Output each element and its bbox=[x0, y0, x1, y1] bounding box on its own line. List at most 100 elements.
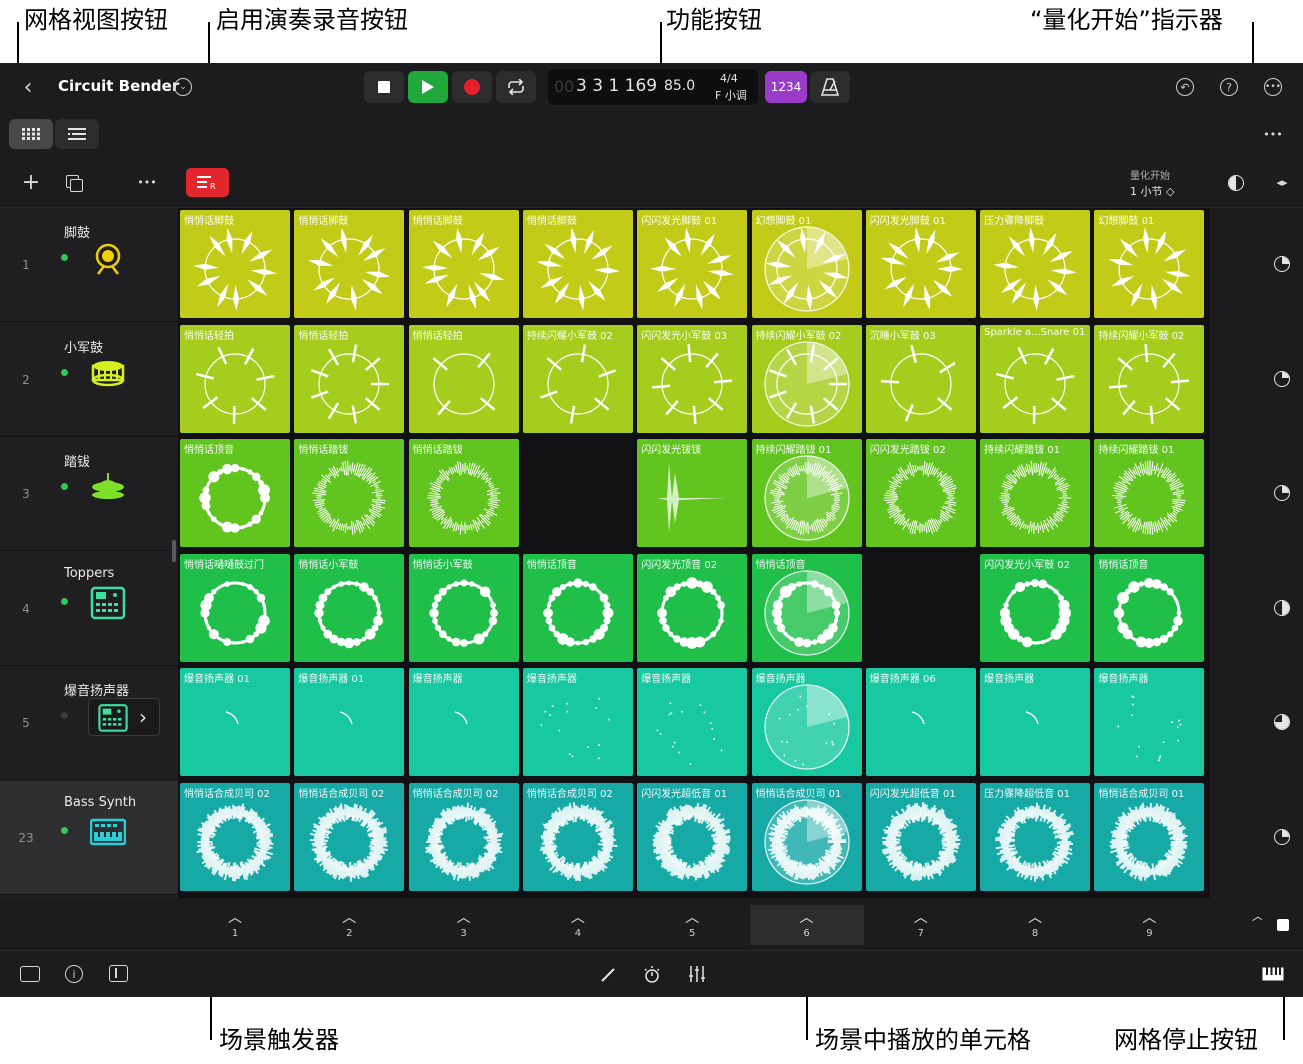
metronome-button[interactable] bbox=[810, 71, 850, 103]
grid-cell[interactable]: 悄悄话脚鼓 bbox=[180, 210, 290, 318]
track-active-indicator[interactable] bbox=[61, 827, 68, 834]
grid-cell[interactable]: 悄悄话踏钹 bbox=[408, 439, 519, 548]
grid-cell[interactable]: 压力骤降超低音 01 bbox=[980, 783, 1091, 891]
grid-cell[interactable]: 悄悄话合成贝司 02 bbox=[294, 783, 405, 891]
chevron-down-icon[interactable]: ⌄ bbox=[174, 78, 192, 96]
grid-cell[interactable]: 持续闪耀小军鼓 02 bbox=[1094, 324, 1205, 433]
help-icon[interactable]: ? bbox=[1220, 78, 1238, 96]
grid-cell[interactable]: 持续闪耀踏钹 01 bbox=[1094, 439, 1205, 548]
grid-cell[interactable]: 悄悄话小军鼓 bbox=[408, 553, 519, 662]
grid-cell[interactable]: 闪闪发光脚鼓 01 bbox=[637, 210, 748, 318]
track-header[interactable]: 1 脚鼓 bbox=[0, 208, 178, 322]
duplicate-icon[interactable] bbox=[66, 175, 84, 193]
grid-cell[interactable]: 爆音扬声器 bbox=[637, 668, 748, 777]
track-header[interactable]: 4 Toppers bbox=[0, 551, 178, 666]
grid-cell[interactable]: 悄悄话顶音 bbox=[1094, 553, 1205, 662]
grid-cell[interactable]: 持续闪耀小军鼓 02 bbox=[751, 324, 862, 433]
grid-cell[interactable]: 闪闪发光小军鼓 03 bbox=[637, 324, 748, 433]
grid-cell[interactable]: 爆音扬声器 06 bbox=[865, 668, 976, 777]
grid-stop-button[interactable] bbox=[1263, 905, 1303, 945]
grid-cell[interactable]: 悄悄话轻拍 bbox=[408, 324, 519, 433]
add-track-icon[interactable]: + bbox=[20, 170, 42, 195]
grid-cell[interactable]: 幻想脚鼓 01 bbox=[1094, 210, 1205, 318]
grid-cell[interactable]: 爆音扬声器 bbox=[522, 668, 633, 777]
grid-cell[interactable]: 悄悄话轻拍 bbox=[294, 324, 405, 433]
scene-trigger-button[interactable]: ︿ 1 bbox=[178, 905, 292, 945]
grid-cell[interactable]: 持续闪耀踏钹 01 bbox=[980, 439, 1091, 548]
library-icon[interactable] bbox=[20, 966, 40, 982]
grid-cell[interactable]: 爆音扬声器 01 bbox=[294, 668, 405, 777]
grid-view-button[interactable] bbox=[9, 119, 53, 149]
track-header[interactable]: 23 Bass Synth bbox=[0, 781, 178, 895]
track-active-indicator[interactable] bbox=[61, 483, 68, 491]
grid-cell[interactable]: 悄悄话合成贝司 02 bbox=[522, 783, 633, 891]
grid-cell[interactable]: Sparkle a...Snare 01 bbox=[980, 324, 1091, 433]
mixer-icon[interactable] bbox=[688, 965, 706, 983]
more-icon[interactable]: ••• bbox=[1264, 78, 1282, 96]
grid-cell[interactable]: 沉睡小军鼓 03 bbox=[865, 324, 976, 433]
browser-icon[interactable] bbox=[109, 965, 128, 982]
grid-cell[interactable]: 悄悄话小军鼓 bbox=[294, 553, 405, 662]
track-header[interactable]: 2 小军鼓 bbox=[0, 322, 178, 437]
project-title[interactable]: Circuit Bender bbox=[58, 77, 179, 95]
grid-cell[interactable]: 悄悄话顶音 bbox=[180, 439, 290, 548]
track-active-indicator[interactable] bbox=[61, 368, 68, 376]
grid-cell[interactable]: 爆音扬声器 bbox=[751, 668, 862, 777]
grid-cell[interactable]: 闪闪发光超低音 01 bbox=[865, 783, 976, 891]
more-options-icon[interactable]: ••• bbox=[1262, 125, 1284, 143]
edit-pencil-icon[interactable] bbox=[600, 967, 616, 983]
resize-handle[interactable] bbox=[172, 540, 176, 562]
grid-cell[interactable]: 爆音扬声器 01 bbox=[180, 668, 290, 777]
scene-trigger-button[interactable]: ︿ 3 bbox=[407, 905, 521, 945]
grid-cell[interactable]: 闪闪发光超低音 01 bbox=[637, 783, 748, 891]
expand-horizontal-icon[interactable]: ◂▸ bbox=[1270, 173, 1294, 191]
grid-cell[interactable]: 悄悄话顶音 bbox=[751, 553, 862, 662]
grid-cell[interactable]: 悄悄话合成贝司 02 bbox=[180, 783, 290, 891]
grid-cell[interactable]: 爆音扬声器 bbox=[408, 668, 519, 777]
track-active-indicator[interactable] bbox=[61, 712, 68, 720]
track-active-indicator[interactable] bbox=[61, 597, 68, 605]
keyboard-icon[interactable] bbox=[1262, 967, 1284, 981]
quantize-value[interactable]: 1 小节 ◇ bbox=[1130, 183, 1174, 199]
back-chevron-icon[interactable]: ‹ bbox=[16, 75, 40, 100]
grid-cell[interactable]: 悄悄话脚鼓 bbox=[408, 210, 519, 318]
grid-cell[interactable]: 悄悄话合成贝司 01 bbox=[751, 783, 862, 891]
scene-trigger-button[interactable]: ︿ 9 bbox=[1092, 905, 1206, 945]
grid-cell[interactable]: 闪闪发光脚鼓 01 bbox=[865, 210, 976, 318]
grid-cell[interactable]: 悄悄话嗵嗵鼓过门 bbox=[180, 553, 290, 662]
grid-cell[interactable]: 悄悄话合成贝司 02 bbox=[408, 783, 519, 891]
track-header[interactable]: 3 踏钹 bbox=[0, 437, 178, 552]
grid-cell[interactable]: 悄悄话脚鼓 bbox=[294, 210, 405, 318]
grid-cell[interactable]: 悄悄话顶音 bbox=[522, 553, 633, 662]
record-button[interactable] bbox=[452, 71, 492, 103]
grid-cell[interactable]: 悄悄话合成贝司 01 bbox=[1094, 783, 1205, 891]
grid-cell[interactable]: 闪闪发光小军鼓 02 bbox=[980, 553, 1091, 662]
lcd-display[interactable]: 00 3 3 1 169 85.0 4/4 F 小调 bbox=[548, 69, 758, 105]
grid-cell[interactable]: 闪闪发光钹钹 bbox=[637, 439, 748, 548]
grid-cell[interactable]: 悄悄话脚鼓 bbox=[522, 210, 633, 318]
plugin-box[interactable]: › bbox=[88, 698, 160, 737]
undo-icon[interactable]: ↶ bbox=[1176, 78, 1194, 96]
track-header[interactable]: 5 爆音扬声器 › bbox=[0, 666, 178, 781]
info-icon[interactable]: i bbox=[65, 965, 83, 983]
play-button[interactable] bbox=[408, 71, 448, 103]
count-in-button[interactable]: 1234 bbox=[765, 71, 807, 103]
grid-cell[interactable]: 爆音扬声器 bbox=[980, 668, 1091, 777]
cycle-button[interactable] bbox=[496, 71, 536, 103]
scene-trigger-button[interactable]: ︿ 2 bbox=[292, 905, 406, 945]
scene-trigger-button[interactable]: ︿ 6 bbox=[749, 905, 864, 945]
track-active-indicator[interactable] bbox=[61, 254, 68, 261]
grid-cell[interactable]: 闪闪发光踏钹 02 bbox=[865, 439, 976, 548]
scene-trigger-button[interactable]: ︿ 8 bbox=[978, 905, 1092, 945]
smart-controls-icon[interactable] bbox=[642, 965, 662, 985]
stop-button[interactable] bbox=[364, 71, 404, 103]
scene-trigger-button[interactable]: ︿ 5 bbox=[635, 905, 749, 945]
grid-cell[interactable]: 压力骤降脚鼓 bbox=[980, 210, 1091, 318]
grid-cell[interactable]: 持续闪耀踏钹 01 bbox=[751, 439, 862, 548]
track-options-icon[interactable]: ••• bbox=[136, 173, 158, 191]
scene-trigger-partial[interactable]: ︿ bbox=[1252, 905, 1262, 945]
grid-cell[interactable]: 闪闪发光顶音 02 bbox=[637, 553, 748, 662]
scene-trigger-button[interactable]: ︿ 4 bbox=[521, 905, 635, 945]
grid-cell[interactable]: 悄悄话踏钹 bbox=[294, 439, 405, 548]
grid-cell[interactable]: 爆音扬声器 bbox=[1094, 668, 1205, 777]
